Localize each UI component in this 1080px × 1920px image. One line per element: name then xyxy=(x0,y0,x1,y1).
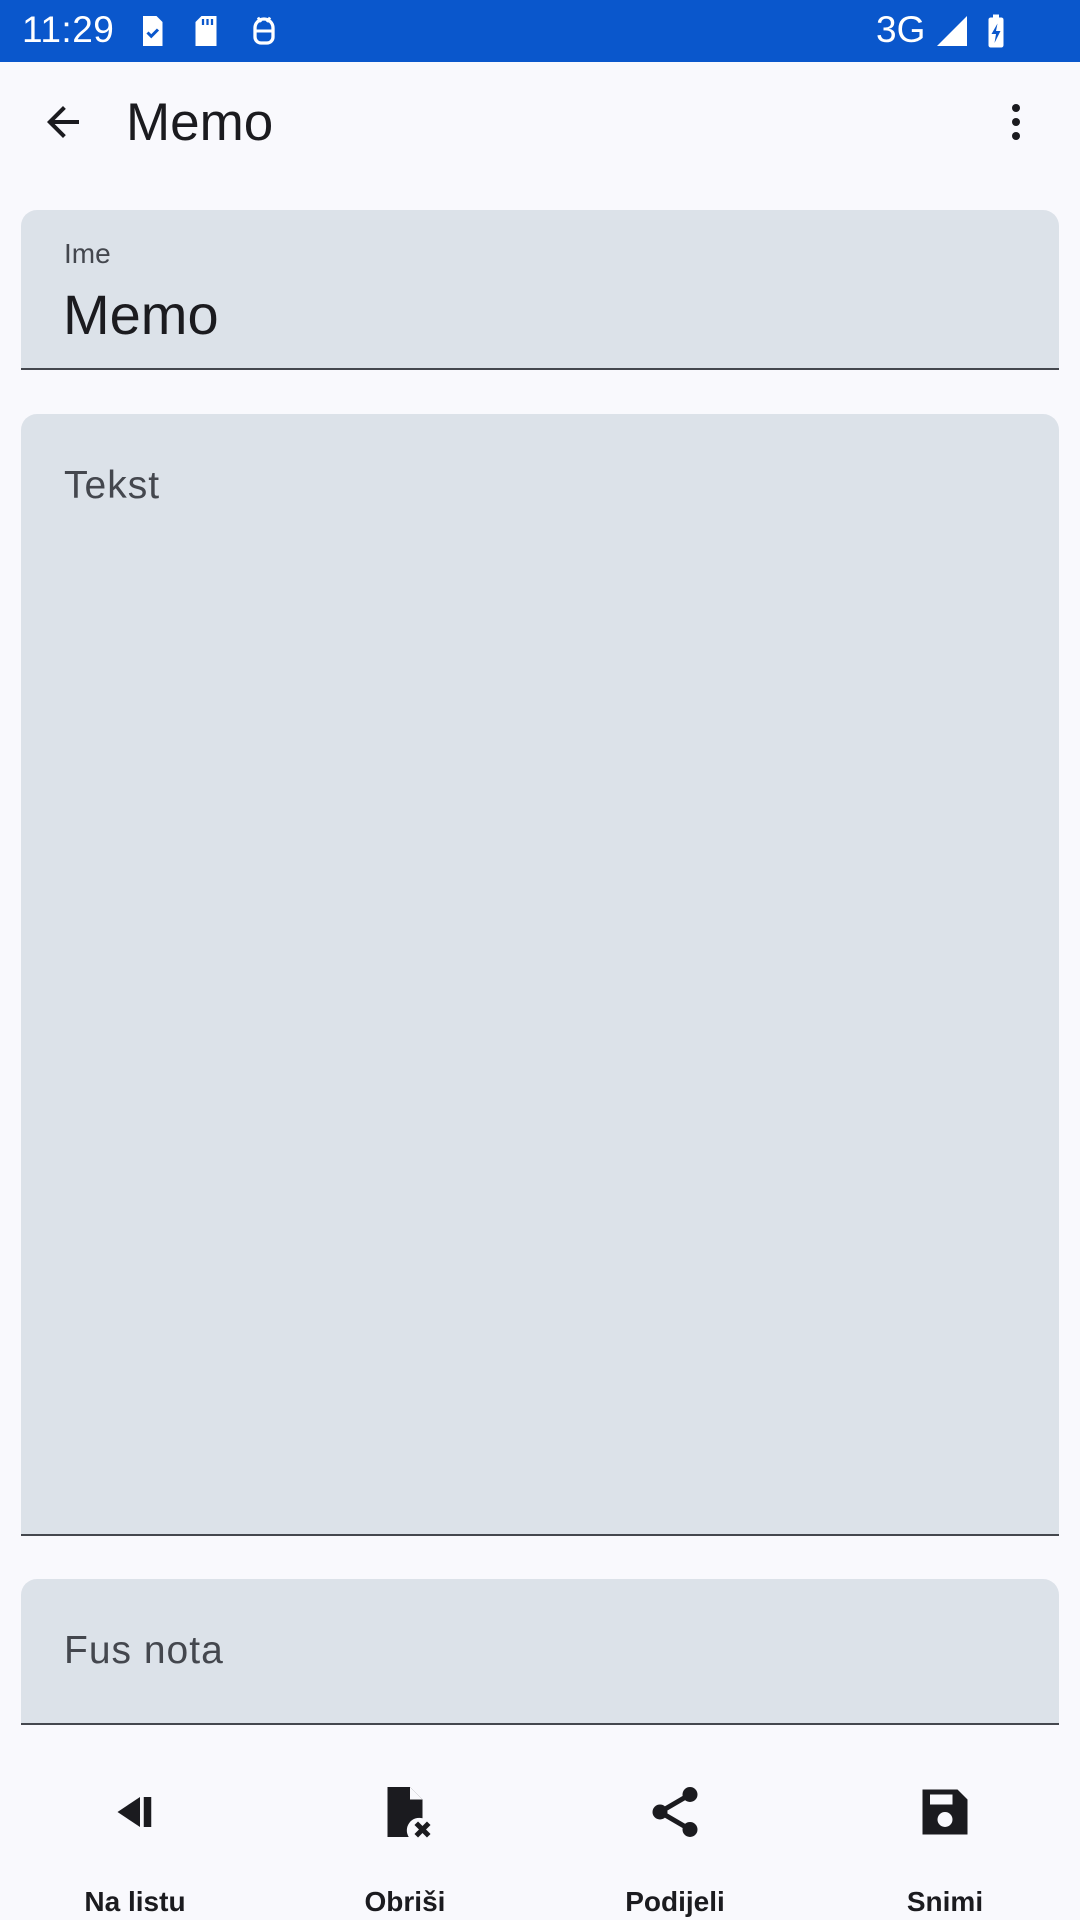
share-icon xyxy=(652,1787,698,1837)
bottom-action-bar: Na listu Obriši Podijeli Snimi xyxy=(0,1740,1080,1920)
skip-previous-icon xyxy=(117,1797,152,1827)
save-button[interactable]: Snimi xyxy=(810,1740,1080,1920)
name-field-label: Ime xyxy=(64,238,111,269)
share-label: Podijeli xyxy=(625,1886,725,1917)
name-field[interactable]: Ime Memo xyxy=(21,210,1059,370)
delete-button[interactable]: Obriši xyxy=(270,1740,540,1920)
app-bar: Memo xyxy=(0,62,1080,190)
footnote-field-placeholder: Fus nota xyxy=(64,1629,224,1672)
page-title: Memo xyxy=(126,93,274,152)
status-bar: 11:29 3G xyxy=(0,0,1080,62)
battery-charging-icon xyxy=(988,14,1004,48)
task-check-icon xyxy=(143,16,163,46)
more-vert-icon xyxy=(1012,104,1020,140)
arrow-back-icon xyxy=(47,106,79,138)
network-type: 3G xyxy=(876,9,926,50)
back-to-list-button[interactable]: Na listu xyxy=(0,1740,270,1920)
save-label: Snimi xyxy=(906,1886,984,1917)
save-icon xyxy=(922,1789,968,1835)
overflow-menu-button[interactable] xyxy=(988,89,1044,155)
delete-label: Obriši xyxy=(364,1886,446,1917)
file-delete-icon xyxy=(387,1787,431,1838)
share-button[interactable]: Podijeli xyxy=(540,1740,810,1920)
back-to-list-label: Na listu xyxy=(84,1886,186,1917)
text-field-placeholder: Tekst xyxy=(64,464,161,507)
back-button[interactable] xyxy=(30,89,96,155)
signal-icon xyxy=(937,16,967,46)
status-time: 11:29 xyxy=(22,9,115,50)
text-field[interactable]: Tekst xyxy=(21,414,1059,1536)
footnote-field[interactable]: Fus nota xyxy=(21,1579,1059,1725)
android-robot-icon xyxy=(253,16,275,45)
name-field-value[interactable]: Memo xyxy=(63,282,219,347)
sd-card-icon xyxy=(195,16,217,46)
